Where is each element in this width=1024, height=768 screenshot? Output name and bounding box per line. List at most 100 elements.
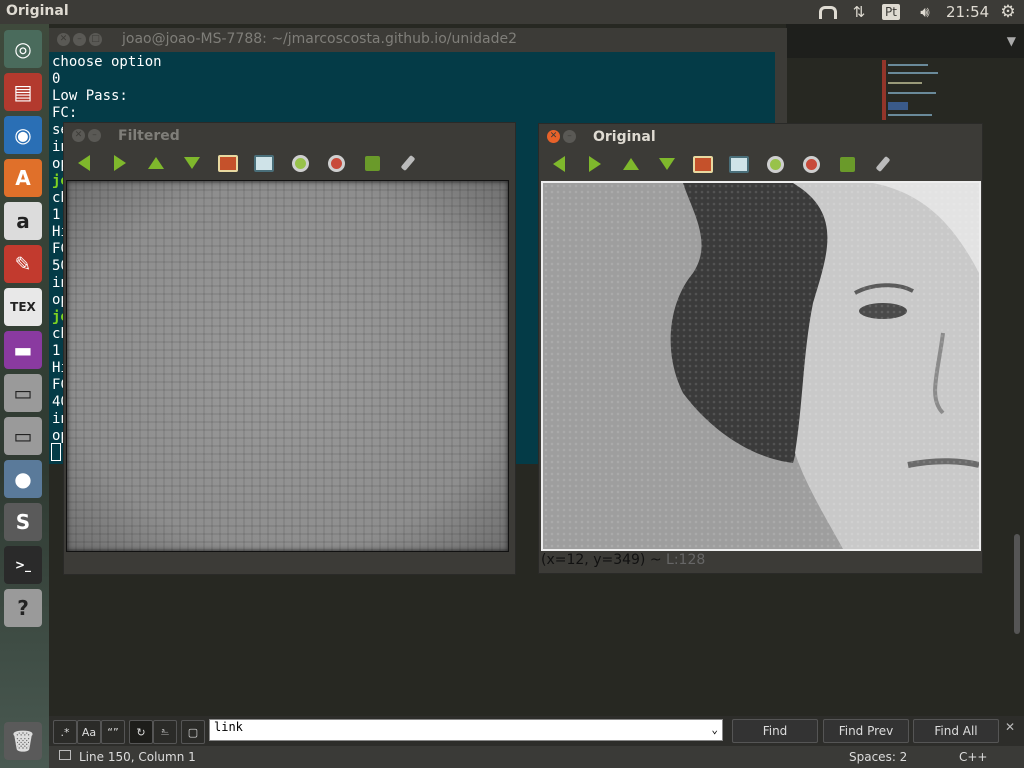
terminal-titlebar[interactable]: ✕ – □ joao@joao-MS-7788: ~/jmarcoscosta.… [49,28,787,52]
editor-scrollbar[interactable] [1014,534,1020,634]
minimize-icon[interactable]: – [88,129,101,142]
cursor-position: Line 150, Column 1 [79,750,196,764]
find-prev-button[interactable]: Find Prev [823,719,909,743]
pan-left-button[interactable] [66,149,102,177]
pan-down-button[interactable] [174,149,210,177]
top-panel: Original ⇅ Pt 🔊︎ 21:54 ⚙ [0,0,1024,24]
cursor-coordinates: (x=12, y=349) ~ [541,552,662,568]
find-input[interactable]: link ⌄ [209,719,723,741]
arrow-up-icon [148,157,164,169]
zoom-in-button[interactable] [282,149,318,177]
files-icon[interactable]: ▤ [4,73,42,111]
amazon-icon[interactable]: a [4,202,42,240]
find-panel: .* Aa “” ↻ ⎁ ▢ link ⌄ Find Find Prev Fin… [49,716,1024,746]
highlight-matches-toggle[interactable]: ▢ [181,720,205,744]
arrow-left-icon [78,155,90,171]
properties-button[interactable] [390,149,426,177]
app-title: Original [6,3,69,19]
original-toolbar [541,150,984,178]
zoom-original-button[interactable] [210,149,246,177]
pan-up-button[interactable] [138,149,174,177]
software-center-icon[interactable]: A [4,159,42,197]
syntax-setting[interactable]: C++ [959,750,988,764]
minimap[interactable] [882,60,942,124]
panel-toggle-icon[interactable] [59,750,71,760]
terminal-title: joao@joao-MS-7788: ~/jmarcoscosta.github… [122,31,517,47]
help-icon[interactable]: ? [4,589,42,627]
in-selection-toggle[interactable]: ⎁ [153,720,177,744]
sublime-tabbar: ▼ [786,24,1024,58]
zoom-out-button[interactable] [793,150,829,178]
pan-left-button[interactable] [541,150,577,178]
system-settings-icon[interactable]: ✎ [4,245,42,283]
arrow-right-icon [589,156,601,172]
close-icon[interactable]: ✕ [72,129,85,142]
chrome-icon[interactable]: ◉ [4,116,42,154]
filtered-window[interactable]: ✕ – Filtered [63,122,516,575]
zoom-fit-button[interactable] [246,149,282,177]
find-button[interactable]: Find [732,719,818,743]
tab-dropdown-icon[interactable]: ▼ [1007,34,1016,48]
zoom-in-button[interactable] [757,150,793,178]
properties-button[interactable] [865,150,901,178]
zoom-in-icon [291,154,309,172]
wrap-toggle[interactable]: ↻ [129,720,153,744]
portrait-photo [543,183,979,549]
network-indicator-icon[interactable] [816,0,840,24]
zoom-original-button[interactable] [685,150,721,178]
minimize-icon[interactable]: – [73,33,86,46]
arrow-down-icon [184,157,200,169]
close-find-icon[interactable]: ✕ [1005,720,1015,734]
filtered-image[interactable] [66,180,509,552]
drive-icon[interactable]: ▭ [4,374,42,412]
clock[interactable]: 21:54 [946,3,989,21]
dash-icon[interactable]: ◎ [4,30,42,68]
launcher: ◎ ▤ ◉ Aa ✎ TEX ▬ ▭ ▭ ● S >_? 🗑 [0,24,49,768]
zoom-in-icon [766,155,784,173]
save-button[interactable] [829,150,865,178]
zoom-out-icon [802,155,820,173]
image-icon [693,155,713,173]
chevron-down-icon[interactable]: ⌄ [711,723,718,736]
regex-toggle[interactable]: .* [53,720,77,744]
power-gear-icon[interactable]: ⚙ [996,0,1020,24]
status-bar: Line 150, Column 1 Spaces: 2 C++ [49,746,1024,768]
drive-2-icon[interactable]: ▭ [4,417,42,455]
terminal-icon[interactable]: >_ [4,546,42,584]
pan-up-button[interactable] [613,150,649,178]
fit-window-icon [254,154,274,172]
keyboard-layout-label: Pt [882,4,900,20]
whole-word-toggle[interactable]: “” [101,720,125,744]
zoom-out-button[interactable] [318,149,354,177]
pan-right-button[interactable] [577,150,613,178]
original-window[interactable]: ✕ – Original (x=12, y=349) ~ L:128 [538,123,983,574]
find-all-button[interactable]: Find All [913,719,999,743]
sublime-icon[interactable]: S [4,503,42,541]
find-input-value: link [214,720,243,734]
filtered-toolbar [66,149,517,177]
arrow-right-icon [114,155,126,171]
keyboard-layout-indicator[interactable]: Pt [880,0,902,24]
image-icon [218,154,238,172]
minimize-icon[interactable]: – [563,130,576,143]
network-icon[interactable]: ● [4,460,42,498]
indentation-setting[interactable]: Spaces: 2 [849,750,907,764]
trash-icon[interactable]: 🗑 [4,722,42,760]
original-image[interactable] [541,181,981,551]
close-icon[interactable]: ✕ [57,33,70,46]
original-window-title: Original [593,129,656,145]
fit-window-icon [729,155,749,173]
volume-icon[interactable]: 🔊︎ [912,0,938,24]
texmaker-icon[interactable]: TEX [4,288,42,326]
brush-icon [875,155,891,173]
zoom-fit-button[interactable] [721,150,757,178]
save-button[interactable] [354,149,390,177]
workspace-icon[interactable]: ▬ [4,331,42,369]
maximize-icon[interactable]: □ [89,33,102,46]
close-icon[interactable]: ✕ [547,130,560,143]
transfer-icon[interactable]: ⇅ [848,0,870,24]
pan-right-button[interactable] [102,149,138,177]
case-sensitive-toggle[interactable]: Aa [77,720,101,744]
pan-down-button[interactable] [649,150,685,178]
terminal-line: choose option [52,54,162,70]
